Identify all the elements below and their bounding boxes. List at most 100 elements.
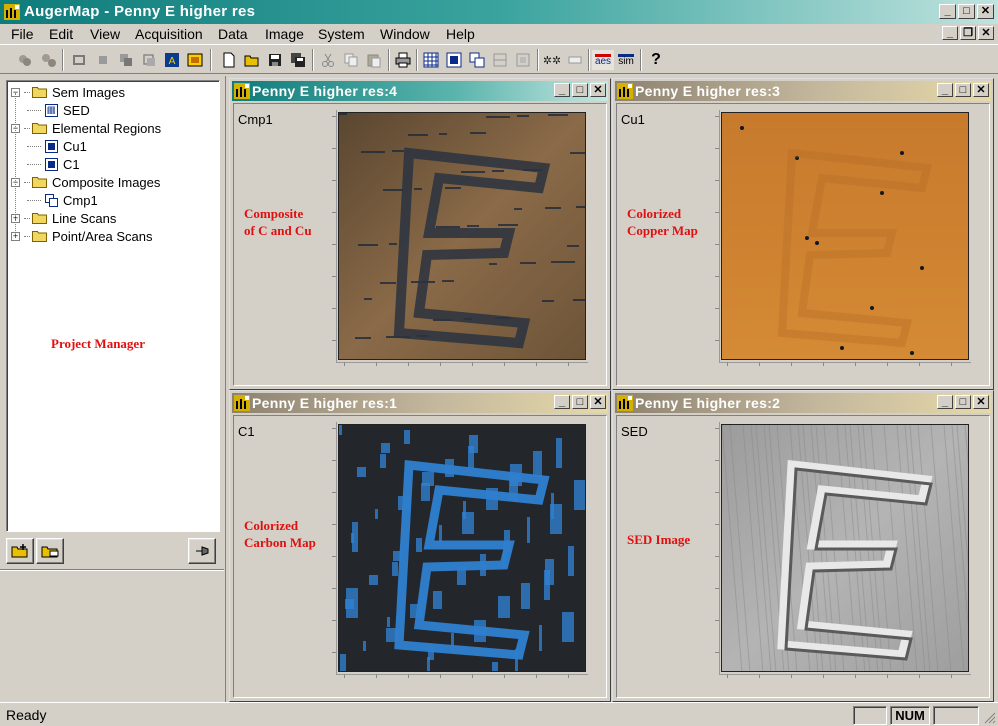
menu-image[interactable]: Image [265, 26, 304, 42]
augermap-window-icon[interactable] [234, 395, 250, 411]
tool-ungroup-icon[interactable] [38, 50, 60, 70]
window-close-button[interactable]: ✕ [590, 83, 606, 97]
menu-system[interactable]: System [318, 26, 365, 42]
window-body: Cmp1 Composite of C and Cu [233, 103, 607, 386]
menu-data[interactable]: Data [218, 26, 248, 42]
add-item-button[interactable] [6, 538, 34, 564]
tree-item[interactable]: − Sem Images [11, 83, 125, 101]
image-window[interactable]: Penny E higher res:2 _ □ ✕ SED SED Image [612, 390, 994, 702]
tree-item[interactable]: Cmp1 [27, 191, 98, 209]
tool-square-icon[interactable] [92, 50, 114, 70]
augermap-window-icon[interactable] [234, 83, 250, 99]
status-pane-scroll [933, 706, 979, 725]
tree-item[interactable]: − Composite Images [11, 173, 160, 191]
aes-button[interactable]: aes [592, 50, 614, 70]
x-tick [472, 674, 473, 678]
maximize-button[interactable]: □ [958, 4, 975, 19]
folder-icon [32, 177, 47, 188]
svg-text:✲✲: ✲✲ [544, 54, 560, 67]
remove-item-button[interactable] [36, 538, 64, 564]
tile-vertical-icon[interactable] [512, 50, 534, 70]
y-tick [715, 652, 719, 653]
minimize-button[interactable]: _ [939, 4, 956, 19]
augermap-window-icon[interactable] [617, 83, 633, 99]
tree-item-label: Cmp1 [63, 192, 98, 208]
menu-edit[interactable]: Edit [49, 26, 73, 42]
tree-item[interactable]: Cu1 [27, 137, 87, 155]
tool-overlay-icon[interactable] [115, 50, 137, 70]
window-maximize-button[interactable]: □ [572, 395, 588, 409]
window-close-button[interactable]: ✕ [973, 83, 989, 97]
save-all-icon[interactable] [287, 50, 309, 70]
sed-map-image[interactable] [721, 424, 969, 672]
tool-group-icon[interactable] [14, 50, 36, 70]
tree-item[interactable]: C1 [27, 155, 80, 173]
tool-copy-image-icon[interactable] [138, 50, 160, 70]
tool-rect-icon[interactable] [68, 50, 90, 70]
menu-file[interactable]: File [11, 26, 34, 42]
x-tick [344, 362, 345, 366]
new-file-icon[interactable] [218, 50, 240, 70]
window-minimize-button[interactable]: _ [554, 83, 570, 97]
window-caption[interactable]: Penny E higher res:4 _ □ ✕ [232, 81, 608, 101]
save-icon[interactable] [264, 50, 286, 70]
menu-window[interactable]: Window [380, 26, 430, 42]
cut-icon[interactable] [317, 50, 339, 70]
window-maximize-button[interactable]: □ [572, 83, 588, 97]
x-tick [408, 674, 409, 678]
single-view-icon[interactable] [443, 50, 465, 70]
open-folder-icon[interactable] [241, 50, 263, 70]
cascade-view-icon[interactable] [466, 50, 488, 70]
augermap-app-icon[interactable] [4, 4, 20, 20]
tree-item[interactable]: + Line Scans [11, 209, 116, 227]
window-caption[interactable]: Penny E higher res:3 _ □ ✕ [615, 81, 991, 101]
y-tick [332, 492, 336, 493]
tool-text-icon[interactable]: A [161, 50, 183, 70]
window-maximize-button[interactable]: □ [955, 395, 971, 409]
stars-icon[interactable]: ✲✲ [541, 50, 563, 70]
window-maximize-button[interactable]: □ [955, 83, 971, 97]
image-window[interactable]: Penny E higher res:3 _ □ ✕ Cu1 Colorized Coppe… [612, 78, 994, 390]
grid-view-icon[interactable] [420, 50, 442, 70]
image-window[interactable]: Penny E higher res:4 _ □ ✕ Cmp1 Composite of C… [229, 78, 611, 390]
composite-map-image[interactable] [338, 112, 586, 360]
mdi-close-button[interactable]: ✕ [978, 26, 994, 40]
window-close-button[interactable]: ✕ [590, 395, 606, 409]
augermap-window-icon[interactable] [617, 395, 633, 411]
menu-acquisition[interactable]: Acquisition [135, 26, 203, 42]
mdi-minimize-button[interactable]: _ [942, 26, 958, 40]
x-tick [727, 674, 728, 678]
window-minimize-button[interactable]: _ [937, 83, 953, 97]
window-minimize-button[interactable]: _ [937, 395, 953, 409]
window-minimize-button[interactable]: _ [554, 395, 570, 409]
sim-button[interactable]: sim [615, 50, 637, 70]
carbon-map-image[interactable] [338, 424, 586, 672]
window-caption[interactable]: Penny E higher res:2 _ □ ✕ [615, 393, 991, 413]
tile-horizontal-icon[interactable] [489, 50, 511, 70]
annotation-label: SED Image [627, 531, 690, 548]
print-icon[interactable] [392, 50, 414, 70]
tree-item[interactable]: − Elemental Regions [11, 119, 161, 137]
x-tick [791, 674, 792, 678]
project-manager-tree[interactable]: − Sem Images SED − Elemental Regions Cu1 C1− Co… [6, 80, 220, 532]
close-button[interactable]: ✕ [977, 4, 994, 19]
paste-icon[interactable] [363, 50, 385, 70]
help-button[interactable]: ? [645, 50, 667, 70]
tree-item[interactable]: SED [27, 101, 90, 119]
tree-item[interactable]: + Point/Area Scans [11, 227, 152, 245]
window-close-button[interactable]: ✕ [973, 395, 989, 409]
resize-grip-icon[interactable] [982, 710, 996, 724]
panel-splitter[interactable] [0, 569, 224, 571]
image-window[interactable]: Penny E higher res:1 _ □ ✕ C1 Colorized Carbon… [229, 390, 611, 702]
y-tick [715, 556, 719, 557]
tool-frame-icon[interactable] [184, 50, 206, 70]
copper-map-image[interactable] [721, 112, 969, 360]
window-caption[interactable]: Penny E higher res:1 _ □ ✕ [232, 393, 608, 413]
mdi-restore-button[interactable]: ❐ [960, 26, 976, 40]
menu-help[interactable]: Help [446, 26, 475, 42]
remove-folder-icon [41, 546, 59, 558]
copy-icon[interactable] [340, 50, 362, 70]
menu-view[interactable]: View [90, 26, 120, 42]
pin-button[interactable] [188, 538, 216, 564]
ruler-icon[interactable] [564, 50, 586, 70]
